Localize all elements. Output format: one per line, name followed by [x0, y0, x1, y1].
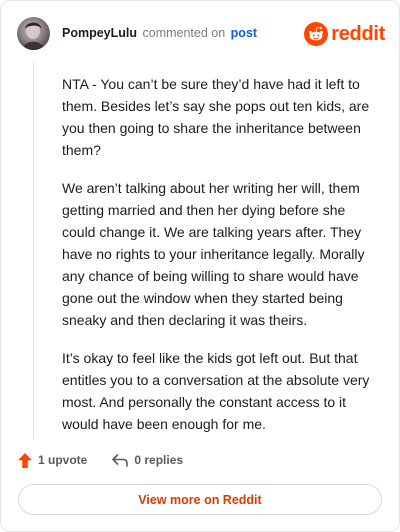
comment-paragraph: We aren’t talking about her writing her …	[62, 180, 365, 328]
replies-button[interactable]: 0 replies	[111, 452, 183, 468]
comment-header: PompeyLulu commented on post reddit	[17, 16, 387, 52]
reply-arrow-icon	[112, 454, 129, 467]
comment-body: NTA - You can’t be sure they’d have had …	[62, 73, 374, 451]
comment-paragraph: It’s okay to feel like the kids got left…	[62, 350, 370, 432]
reddit-wordmark: reddit	[331, 23, 385, 45]
avatar-photo	[22, 22, 45, 50]
upvote-arrow-icon	[18, 452, 32, 468]
replies-count: 0 replies	[134, 453, 184, 467]
view-more-button[interactable]: View more on Reddit	[18, 484, 382, 515]
avatar[interactable]	[17, 17, 50, 50]
username[interactable]: PompeyLulu	[62, 26, 137, 40]
byline: PompeyLulu commented on post	[62, 26, 257, 40]
reddit-snoo-icon	[304, 22, 329, 46]
comment-paragraph: NTA - You can’t be sure they’d have had …	[62, 76, 370, 158]
commented-on-text: commented on	[142, 26, 226, 40]
post-link[interactable]: post	[231, 26, 257, 40]
comment-actions: 1 upvote 0 replies	[17, 449, 183, 471]
upvote-count: 1 upvote	[38, 453, 88, 467]
reddit-brand[interactable]: reddit	[304, 21, 385, 47]
upvote-button[interactable]: 1 upvote	[17, 452, 87, 469]
comment-embed-card: PompeyLulu commented on post reddit NTA …	[0, 0, 400, 532]
thread-line	[33, 61, 34, 439]
